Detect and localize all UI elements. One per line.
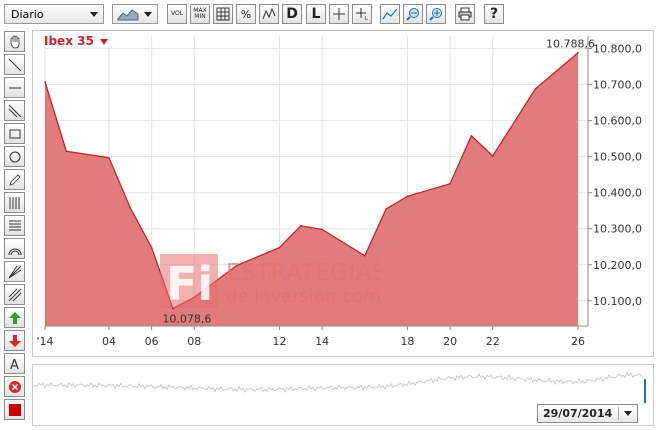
y-tick-label: 10.100,0 <box>593 295 642 308</box>
data-point <box>300 225 302 227</box>
x-tick-label: 12 <box>273 335 287 348</box>
x-tick-label: 06 <box>145 335 159 348</box>
data-point <box>108 156 110 159</box>
y-tick-label: 10.500,0 <box>593 151 642 164</box>
data-point <box>278 246 281 249</box>
watermark-line2: de inversion.com <box>226 286 380 307</box>
x-tick-label: 04 <box>102 335 116 348</box>
data-point <box>534 88 537 90</box>
date-select-label: 29/07/2014 <box>543 407 613 420</box>
watermark-logo: Fi ESTRATEGIAS de inversion.com <box>160 252 387 316</box>
data-point <box>491 155 494 157</box>
y-tick-label: 10.300,0 <box>593 223 642 236</box>
data-point <box>406 195 409 198</box>
data-point <box>449 182 451 185</box>
max-value-label: 10.788,6 <box>546 38 595 51</box>
watermark-logo-text: Fi <box>166 257 213 311</box>
data-point <box>65 150 68 153</box>
data-point <box>150 246 153 249</box>
x-tick-label: 22 <box>486 335 500 348</box>
data-point <box>44 80 46 83</box>
x-tick-label: '14 <box>36 335 53 348</box>
y-tick-label: 10.400,0 <box>593 187 642 200</box>
x-tick-label: 14 <box>315 335 329 348</box>
data-point <box>321 228 323 231</box>
data-point <box>385 208 387 210</box>
data-point <box>129 207 132 209</box>
y-tick-label: 10.700,0 <box>593 79 642 92</box>
x-tick-label: 26 <box>571 335 585 348</box>
y-tick-label: 10.200,0 <box>593 259 642 272</box>
x-tick-label: 18 <box>400 335 414 348</box>
x-tick-label: 08 <box>187 335 201 348</box>
data-point <box>577 51 579 54</box>
x-tick-label: 20 <box>443 335 457 348</box>
watermark-line1: ESTRATEGIAS <box>226 260 380 286</box>
y-tick-label: 10.600,0 <box>593 115 642 128</box>
date-select[interactable]: 29/07/2014 <box>537 404 638 423</box>
caret-down-icon <box>99 38 108 45</box>
data-point <box>470 134 473 137</box>
chevron-down-icon <box>624 411 632 416</box>
y-tick-label: 10.800,0 <box>593 43 642 56</box>
chart-title-text: Ibex 35 <box>44 34 94 48</box>
chart-title[interactable]: Ibex 35 <box>44 34 108 48</box>
